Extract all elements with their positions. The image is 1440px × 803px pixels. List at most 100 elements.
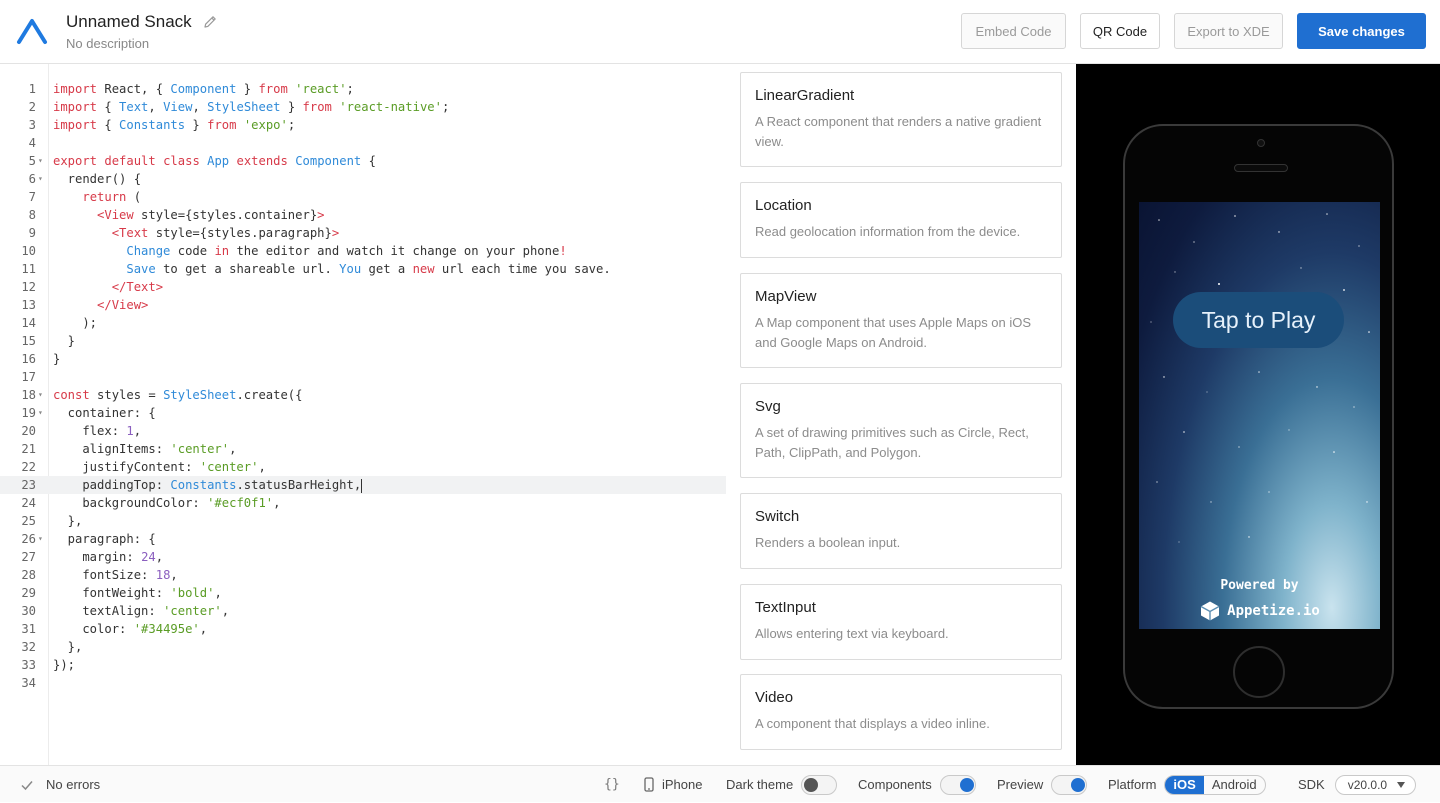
code-line[interactable]: 10 Change code in the editor and watch i… [0,242,730,260]
line-number: 32 [21,640,36,654]
platform-android-option[interactable]: Android [1204,776,1265,794]
toggle-knob [804,777,819,792]
component-card-location[interactable]: Location Read geolocation information fr… [740,182,1062,258]
code-line[interactable]: 11 Save to get a shareable url. You get … [0,260,730,278]
code-line[interactable]: 3 import { Constants } from 'expo'; [0,116,730,134]
code-line[interactable]: 6 ▾ render() { [0,170,730,188]
code-line[interactable]: 28 fontSize: 18, [0,566,730,584]
code-line[interactable]: 33}); [0,656,730,674]
tap-to-play-button[interactable]: Tap to Play [1173,292,1344,348]
code-line[interactable]: 7 return ( [0,188,730,206]
component-card-switch[interactable]: Switch Renders a boolean input. [740,493,1062,569]
header: Unnamed Snack No description Embed Code … [0,0,1440,64]
code-text: <Text style={styles.paragraph}> [111,226,340,240]
toggle-knob [1071,777,1086,792]
code-text: </Text> [111,280,164,294]
line-number: 9 [28,226,36,240]
code-line[interactable]: 34 [0,674,730,692]
component-card-svg[interactable]: Svg A set of drawing primitives such as … [740,383,1062,478]
iphone-frame: Tap to Play Powered by Appetize.io [1123,124,1394,709]
code-line[interactable]: 24 backgroundColor: '#ecf0f1', [0,494,730,512]
code-line[interactable]: 27 margin: 24, [0,548,730,566]
component-description: A set of drawing primitives such as Circ… [755,425,1029,460]
preview-label: Preview [997,777,1044,792]
fold-arrow-icon[interactable]: ▾ [38,170,43,188]
braces-icon: {} [604,777,620,792]
pencil-icon[interactable] [202,14,218,30]
prettify-button[interactable]: {} [604,766,620,803]
code-line[interactable]: 12 </Text> [0,278,730,296]
components-toggle[interactable] [939,774,976,795]
component-description: A React component that renders a native … [755,114,1042,149]
home-button[interactable] [1233,646,1285,698]
phone-screen[interactable]: Tap to Play Powered by Appetize.io [1139,202,1380,629]
code-line[interactable]: 30 textAlign: 'center', [0,602,730,620]
code-line[interactable]: 22 justifyContent: 'center', [0,458,730,476]
fold-arrow-icon[interactable]: ▾ [38,404,43,422]
code-lines[interactable]: 1 import React, { Component } from 'react… [0,80,730,692]
component-description: A Map component that uses Apple Maps on … [755,315,1032,350]
code-text: import React, { Component } from 'react'… [53,82,354,96]
code-line[interactable]: 16} [0,350,730,368]
code-line[interactable]: 5 ▾ export default class App extends Compo… [0,152,730,170]
code-line[interactable]: 13 </View> [0,296,730,314]
line-number: 2 [28,100,36,114]
platform-ios-option[interactable]: iOS [1165,775,1204,794]
appetize-label: Appetize.io [1227,603,1320,619]
fold-arrow-icon[interactable]: ▾ [38,152,43,170]
components-label: Components [858,777,932,792]
preview-toggle[interactable] [1051,774,1088,795]
line-number: 20 [21,424,36,438]
code-line[interactable]: 1 import React, { Component } from 'react… [0,80,730,98]
code-line[interactable]: 2 import { Text, View, StyleSheet } from … [0,98,730,116]
error-status-label: No errors [46,777,101,792]
code-line[interactable]: 21 alignItems: 'center', [0,440,730,458]
code-line[interactable]: 14 ); [0,314,730,332]
code-text: margin: 24, [53,550,164,564]
code-line[interactable]: 19 ▾ container: { [0,404,730,422]
sdk-version-select[interactable]: v20.0.0 [1334,774,1417,795]
phone-icon [644,777,654,792]
device-selector[interactable]: iPhone [644,766,702,803]
line-number: 17 [21,370,36,384]
code-line[interactable]: 32 }, [0,638,730,656]
export-to-xde-button[interactable]: Export to XDE [1174,13,1283,49]
expo-logo-icon[interactable] [16,17,48,45]
snack-description[interactable]: No description [66,36,218,51]
code-line[interactable]: 29 fontWeight: 'bold', [0,584,730,602]
code-line[interactable]: 4 [0,134,730,152]
code-line[interactable]: 31 color: '#34495e', [0,620,730,638]
fold-arrow-icon[interactable]: ▾ [38,386,43,404]
line-number: 29 [21,586,36,600]
preview-toggle-group: Preview [997,766,1088,803]
code-line[interactable]: 15 } [0,332,730,350]
qr-code-button[interactable]: QR Code [1080,13,1160,49]
component-card-lineargradient[interactable]: LinearGradient A React component that re… [740,72,1062,167]
save-changes-button[interactable]: Save changes [1297,13,1426,49]
component-card-textinput[interactable]: TextInput Allows entering text via keybo… [740,584,1062,660]
code-line[interactable]: 18 ▾ const styles = StyleSheet.create({ [0,386,730,404]
platform-segmented-control: iOS Android [1164,774,1266,795]
code-editor[interactable]: 1 import React, { Component } from 'react… [0,64,730,765]
component-card-mapview[interactable]: MapView A Map component that uses Apple … [740,273,1062,368]
code-line[interactable]: 20 flex: 1, [0,422,730,440]
code-text: }, [53,640,83,654]
component-card-video[interactable]: Video A component that displays a video … [740,674,1062,750]
code-line[interactable]: 23 paddingTop: Constants.statusBarHeight… [0,476,726,494]
line-number: 1 [28,82,36,96]
code-line[interactable]: 26 ▾ paragraph: { [0,530,730,548]
component-title: Location [755,197,812,214]
code-line[interactable]: 9 <Text style={styles.paragraph}> [0,224,730,242]
line-number: 19 [21,406,36,420]
code-line[interactable]: 25 }, [0,512,730,530]
dark-theme-toggle[interactable] [801,774,838,795]
snack-title[interactable]: Unnamed Snack [66,12,192,32]
fold-arrow-icon[interactable]: ▾ [38,530,43,548]
dark-theme-toggle-group: Dark theme [726,766,838,803]
code-line[interactable]: 17 [0,368,730,386]
embed-code-button[interactable]: Embed Code [961,13,1066,49]
code-text: }); [53,658,76,672]
code-text: } [53,334,76,348]
text-cursor [361,478,363,493]
code-line[interactable]: 8 <View style={styles.container}> [0,206,730,224]
